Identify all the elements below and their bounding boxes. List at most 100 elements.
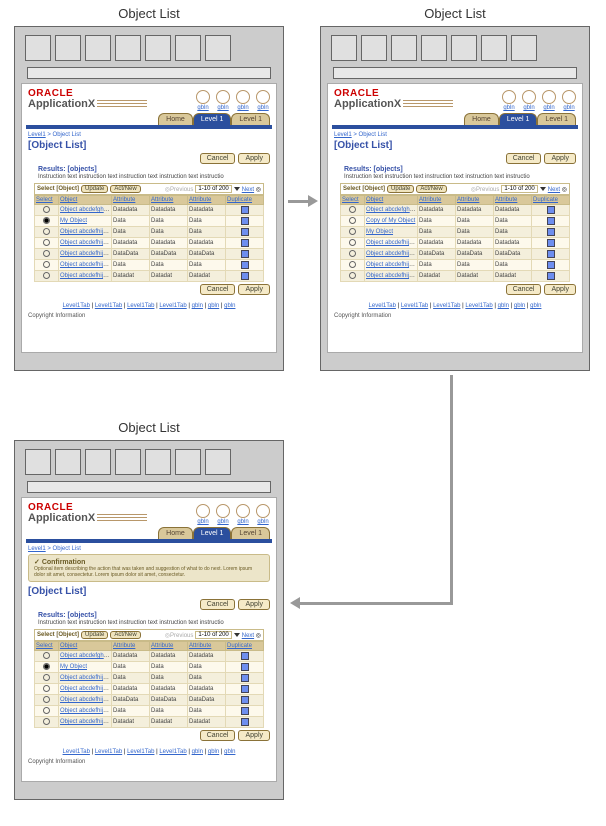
cancel-button[interactable]: Cancel [200, 599, 236, 610]
duplicate-icon[interactable] [241, 718, 249, 726]
row-radio[interactable] [349, 239, 356, 246]
footer-link[interactable]: gbln [498, 303, 509, 309]
row-radio[interactable] [43, 250, 50, 257]
global-link-icon[interactable] [502, 90, 516, 104]
row-radio[interactable] [43, 674, 50, 681]
duplicate-icon[interactable] [241, 707, 249, 715]
breadcrumb-link[interactable]: Level1 [334, 132, 352, 138]
tab-level1[interactable]: Level 1 [193, 527, 232, 539]
object-link[interactable]: Object abcdefghijklm… [366, 207, 418, 213]
object-link[interactable]: Object abcdefhijk… [60, 262, 112, 268]
global-link-icon[interactable] [216, 90, 230, 104]
tab-level1-alt[interactable]: Level 1 [231, 527, 270, 539]
object-link[interactable]: Object abcdefhijk… [60, 697, 112, 703]
global-link[interactable]: gbln [257, 105, 268, 111]
toolbar-button[interactable] [145, 35, 171, 61]
object-link[interactable]: Object abcdefhijklm… [60, 719, 112, 725]
apply-button[interactable]: Apply [238, 153, 270, 164]
apply-button[interactable]: Apply [238, 599, 270, 610]
footer-link[interactable]: gbln [192, 303, 203, 309]
update-button[interactable]: Update [387, 185, 414, 193]
footer-link[interactable]: Level1Tab [95, 749, 122, 755]
duplicate-icon[interactable] [241, 206, 249, 214]
col-attr[interactable]: Attribute [188, 642, 226, 651]
toolbar-button[interactable] [175, 449, 201, 475]
global-link[interactable]: gbln [197, 519, 208, 525]
duplicate-icon[interactable] [241, 674, 249, 682]
footer-link[interactable]: gbln [530, 303, 541, 309]
global-link-icon[interactable] [562, 90, 576, 104]
row-radio[interactable] [43, 652, 50, 659]
object-link[interactable]: Object abcdefhijklm… [366, 273, 418, 279]
breadcrumb-link[interactable]: Level1 [28, 132, 46, 138]
row-radio[interactable] [43, 217, 50, 224]
global-link[interactable]: gbln [237, 519, 248, 525]
toolbar-button[interactable] [115, 35, 141, 61]
global-link-icon[interactable] [216, 504, 230, 518]
footer-link[interactable]: Level1Tab [433, 303, 460, 309]
global-link[interactable]: gbln [217, 519, 228, 525]
url-bar[interactable] [27, 67, 271, 79]
toolbar-button[interactable] [511, 35, 537, 61]
object-link[interactable]: My Object [60, 664, 87, 670]
actnew-button[interactable]: Act/New [110, 631, 140, 639]
object-link[interactable]: Object abcdefhijklm… [366, 251, 418, 257]
duplicate-icon[interactable] [241, 217, 249, 225]
global-link-icon[interactable] [256, 90, 270, 104]
duplicate-icon[interactable] [547, 272, 555, 280]
toolbar-button[interactable] [55, 449, 81, 475]
toolbar-button[interactable] [205, 35, 231, 61]
duplicate-icon[interactable] [241, 685, 249, 693]
duplicate-icon[interactable] [241, 228, 249, 236]
col-attr[interactable]: Attribute [150, 642, 188, 651]
footer-link[interactable]: gbln [208, 749, 219, 755]
col-attr[interactable]: Attribute [188, 196, 226, 205]
page-dropdown-icon[interactable] [234, 187, 240, 191]
toolbar-button[interactable] [175, 35, 201, 61]
global-link[interactable]: gbln [197, 105, 208, 111]
page-range[interactable]: 1-10 of 200 [195, 185, 231, 193]
row-radio[interactable] [43, 663, 50, 670]
footer-link[interactable]: Level1Tab [127, 749, 154, 755]
global-link-icon[interactable] [236, 504, 250, 518]
col-attr[interactable]: Attribute [112, 196, 150, 205]
row-radio[interactable] [349, 228, 356, 235]
toolbar-button[interactable] [331, 35, 357, 61]
row-radio[interactable] [43, 272, 50, 279]
toolbar-button[interactable] [421, 35, 447, 61]
page-dropdown-icon[interactable] [540, 187, 546, 191]
footer-link[interactable]: Level1Tab [63, 303, 90, 309]
global-link[interactable]: gbln [523, 105, 534, 111]
col-select[interactable]: Select [341, 196, 365, 205]
url-bar[interactable] [27, 481, 271, 493]
next-link[interactable]: Next [242, 187, 254, 193]
global-link[interactable]: gbln [217, 105, 228, 111]
row-radio[interactable] [349, 206, 356, 213]
tab-level1[interactable]: Level 1 [499, 113, 538, 125]
object-link[interactable]: Object abcdefhijklm… [60, 686, 112, 692]
page-dropdown-icon[interactable] [234, 633, 240, 637]
global-link-icon[interactable] [542, 90, 556, 104]
global-link-icon[interactable] [196, 90, 210, 104]
object-link[interactable]: My Object [60, 218, 87, 224]
toolbar-button[interactable] [55, 35, 81, 61]
object-link[interactable]: Object abcdefghijklm… [60, 653, 112, 659]
cancel-button[interactable]: Cancel [200, 730, 236, 741]
duplicate-icon[interactable] [241, 250, 249, 258]
object-link[interactable]: Object abcdefghijklm… [60, 207, 112, 213]
cancel-button[interactable]: Cancel [506, 153, 542, 164]
duplicate-icon[interactable] [241, 663, 249, 671]
duplicate-icon[interactable] [241, 696, 249, 704]
next-link[interactable]: Next [548, 187, 560, 193]
global-link-icon[interactable] [522, 90, 536, 104]
footer-link[interactable]: Level1Tab [159, 749, 186, 755]
global-link[interactable]: gbln [563, 105, 574, 111]
duplicate-icon[interactable] [547, 228, 555, 236]
apply-button[interactable]: Apply [544, 153, 576, 164]
update-button[interactable]: Update [81, 631, 108, 639]
row-radio[interactable] [349, 272, 356, 279]
object-link[interactable]: My Object [366, 229, 393, 235]
duplicate-icon[interactable] [547, 239, 555, 247]
duplicate-icon[interactable] [241, 239, 249, 247]
toolbar-button[interactable] [145, 449, 171, 475]
